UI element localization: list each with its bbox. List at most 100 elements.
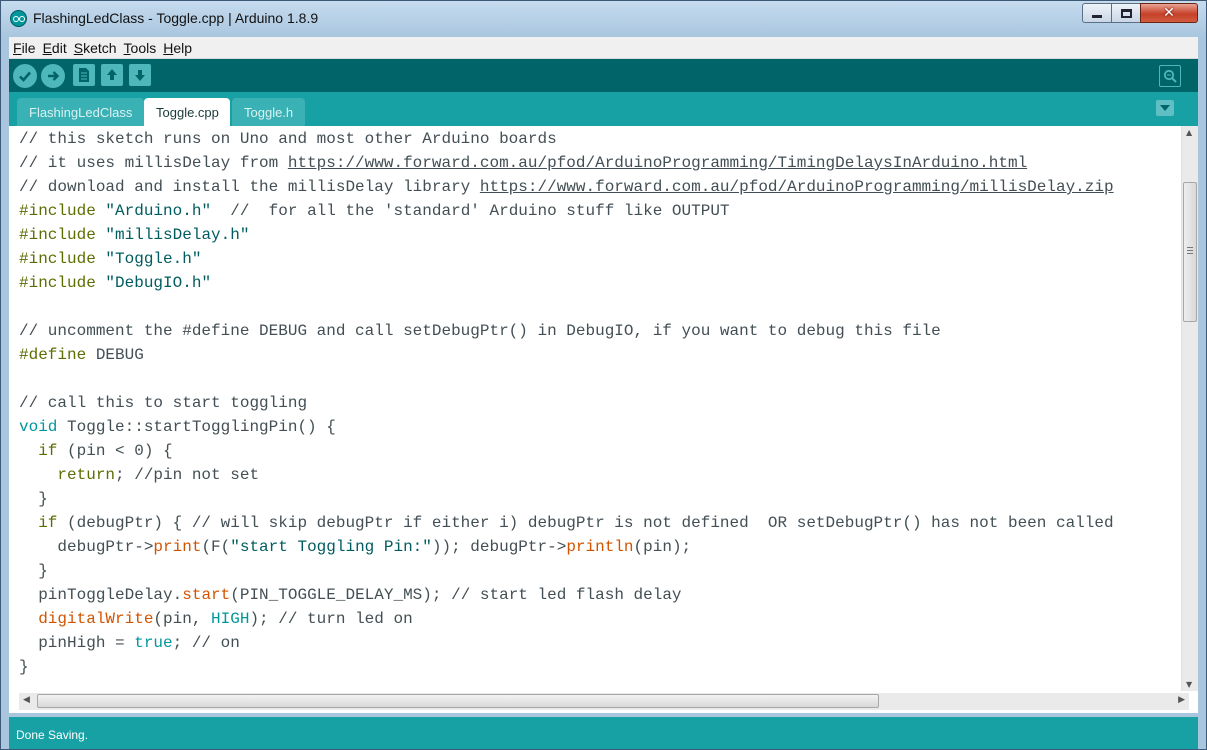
code-line[interactable]: #include "DebugIO.h" [19, 271, 1180, 295]
code-token: #include [19, 226, 96, 244]
code-token: ); [249, 610, 279, 628]
code-line[interactable]: // download and install the millisDelay … [19, 175, 1180, 199]
code-line[interactable]: return; //pin not set [19, 463, 1180, 487]
tab-menu-button[interactable] [1156, 100, 1174, 116]
code-token: if [38, 442, 58, 460]
code-line[interactable]: // call this to start toggling [19, 391, 1180, 415]
horizontal-scroll-thumb[interactable] [37, 694, 879, 708]
status-message: Done Saving. [16, 728, 89, 742]
code-token: "Arduino.h" [105, 202, 212, 220]
code-token: // uncomment the #define DEBUG and call … [19, 322, 941, 340]
verify-button[interactable] [13, 64, 37, 88]
menu-sketch[interactable]: Sketch [74, 40, 117, 56]
code-token: println [566, 538, 634, 556]
code-token: //pin not set [134, 466, 260, 484]
menu-sketch-label: ketch [83, 39, 117, 56]
code-line[interactable]: // it uses millisDelay from https://www.… [19, 151, 1180, 175]
menu-sketch-mnemonic: S [73, 39, 84, 56]
serial-monitor-button[interactable] [1159, 65, 1181, 87]
code-token: (F( [201, 538, 231, 556]
code-line[interactable]: } [19, 655, 1180, 679]
code-link[interactable]: https://www.forward.com.au/pfod/ArduinoP… [480, 178, 1114, 196]
code-link[interactable]: https://www.forward.com.au/pfod/ArduinoP… [288, 154, 1027, 172]
open-icon [107, 69, 117, 80]
upload-button[interactable] [41, 64, 65, 88]
code-line[interactable]: } [19, 559, 1180, 583]
vertical-scrollbar[interactable]: ▲ ▼ [1181, 126, 1198, 691]
menu-file[interactable]: File [13, 40, 36, 56]
new-icon [79, 68, 89, 82]
title-bar[interactable]: FlashingLedClass - Toggle.cpp | Arduino … [1, 1, 1206, 37]
code-line[interactable]: void Toggle::startTogglingPin() { [19, 415, 1180, 439]
tab-toggle-cpp[interactable]: Toggle.cpp [144, 98, 230, 126]
menu-edit[interactable]: Edit [43, 40, 67, 56]
tab-flashingledclass[interactable]: FlashingLedClass [17, 98, 145, 126]
code-line[interactable] [19, 367, 1180, 391]
serial-monitor-icon [1163, 69, 1177, 83]
maximize-button[interactable] [1111, 3, 1141, 23]
code-token: true [134, 634, 173, 652]
code-line[interactable]: if (pin < 0) { [19, 439, 1180, 463]
horizontal-scrollbar[interactable]: ◀ ▶ [19, 693, 1189, 710]
chevron-down-icon [1160, 104, 1170, 111]
menu-tools[interactable]: Tools [124, 40, 157, 56]
code-line[interactable]: digitalWrite(pin, HIGH); // turn led on [19, 607, 1180, 631]
menu-file-label: ile [21, 39, 36, 56]
grip-line [1187, 250, 1193, 251]
code-token: debugPtr-> [19, 538, 154, 556]
menu-help[interactable]: Help [163, 40, 192, 56]
code-line[interactable]: #define DEBUG [19, 343, 1180, 367]
menu-edit-label: dit [51, 39, 67, 56]
code-token: #include [19, 274, 96, 292]
open-button[interactable] [101, 64, 123, 86]
code-token: (PIN_TOGGLE_DELAY_MS); [230, 586, 452, 604]
grip-line [1187, 253, 1193, 254]
code-token: digitalWrite [38, 610, 154, 628]
code-token: } [19, 490, 48, 508]
code-line[interactable]: #include "Toggle.h" [19, 247, 1180, 271]
code-line[interactable] [19, 295, 1180, 319]
code-line[interactable]: pinToggleDelay.start(PIN_TOGGLE_DELAY_MS… [19, 583, 1180, 607]
code-token: // on [191, 634, 240, 652]
code-token: HIGH [211, 610, 250, 628]
close-button[interactable]: ✕ [1140, 3, 1198, 23]
code-editor[interactable]: // this sketch runs on Uno and most othe… [9, 126, 1198, 691]
scroll-right-icon[interactable]: ▶ [1178, 695, 1185, 705]
code-token: ; [172, 634, 192, 652]
minimize-icon [1092, 14, 1102, 18]
vertical-scroll-thumb[interactable] [1183, 182, 1197, 322]
scroll-down-icon[interactable]: ▼ [1186, 680, 1192, 689]
code-token: #include [19, 202, 96, 220]
code-token: "millisDelay.h" [105, 226, 250, 244]
code-line[interactable]: if (debugPtr) { // will skip debugPtr if… [19, 511, 1180, 535]
new-button[interactable] [73, 64, 95, 86]
horizontal-scroll-area: ◀ ▶ [9, 691, 1198, 713]
code-line[interactable]: // this sketch runs on Uno and most othe… [19, 127, 1180, 151]
code-line[interactable]: #include "Arduino.h" // for all the 'sta… [19, 199, 1180, 223]
status-bar: Done Saving. [9, 717, 1198, 749]
code-line[interactable]: } [19, 487, 1180, 511]
code-text[interactable]: // this sketch runs on Uno and most othe… [19, 127, 1180, 691]
scroll-up-icon[interactable]: ▲ [1186, 128, 1192, 137]
verify-icon [19, 71, 31, 82]
code-line[interactable]: #include "millisDelay.h" [19, 223, 1180, 247]
arduino-ide-window: FlashingLedClass - Toggle.cpp | Arduino … [0, 0, 1207, 750]
code-line[interactable]: // uncomment the #define DEBUG and call … [19, 319, 1180, 343]
code-line[interactable]: pinHigh = true; // on [19, 631, 1180, 655]
save-button[interactable] [129, 64, 151, 86]
close-icon: ✕ [1163, 5, 1175, 21]
code-token: pinHigh = [19, 634, 135, 652]
scroll-left-icon[interactable]: ◀ [23, 695, 30, 705]
code-line[interactable]: debugPtr->print(F("start Toggling Pin:")… [19, 535, 1180, 559]
minimize-button[interactable] [1082, 3, 1112, 23]
code-token: } [19, 562, 48, 580]
tab-toggle-h[interactable]: Toggle.h [232, 98, 306, 126]
grip-line [1187, 247, 1193, 248]
code-token: pinToggleDelay. [19, 586, 183, 604]
menu-tools-mnemonic: T [123, 39, 131, 56]
code-token: )); debugPtr-> [431, 538, 567, 556]
